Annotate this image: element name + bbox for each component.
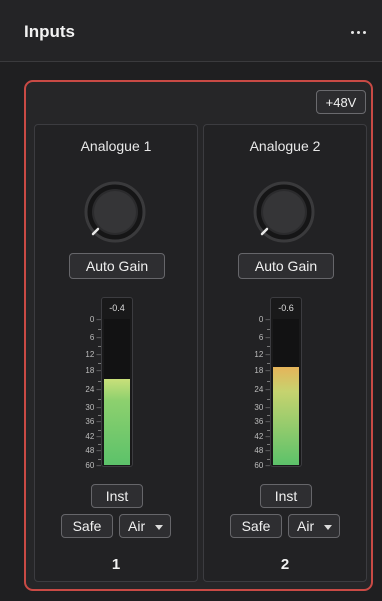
channel-name: Analogue 2 xyxy=(249,138,321,154)
air-dropdown[interactable]: Air xyxy=(119,514,171,538)
gain-knob[interactable] xyxy=(83,180,147,244)
inst-button[interactable]: Inst xyxy=(260,484,312,508)
peak-readout: -0.6 xyxy=(278,303,294,313)
inputs-header: Inputs xyxy=(0,0,382,62)
meter-scale-tick: 0 xyxy=(90,316,101,324)
channel-number: 2 xyxy=(280,556,290,573)
page-title: Inputs xyxy=(24,22,75,41)
auto-gain-button[interactable]: Auto Gain xyxy=(238,253,334,279)
channel-number: 1 xyxy=(111,556,121,573)
meter-scale-tick: 48 xyxy=(254,447,270,455)
inputs-panel: +48V Analogue 1 Auto Gain 06121824303642… xyxy=(24,80,373,591)
air-label: Air xyxy=(128,518,146,534)
meter-fill xyxy=(104,378,130,465)
meter-scale-tick: 0 xyxy=(259,316,270,324)
meter-scale-tick: 24 xyxy=(254,386,270,394)
meter-scale-tick: 42 xyxy=(254,432,270,441)
peak-readout: -0.4 xyxy=(109,303,125,313)
meter-track xyxy=(104,319,130,465)
air-label: Air xyxy=(297,518,315,534)
meter-scale-tick: 30 xyxy=(85,403,101,412)
chevron-down-icon xyxy=(324,525,332,530)
meter-scale-tick: 6 xyxy=(90,333,101,342)
gain-knob-icon xyxy=(253,181,315,243)
meter-scale-tick: 6 xyxy=(259,333,270,342)
air-dropdown[interactable]: Air xyxy=(288,514,340,538)
meter-scale-tick: 18 xyxy=(85,367,101,375)
level-meter: -0.4 xyxy=(101,297,133,467)
gain-knob-icon xyxy=(84,181,146,243)
channel-strip-2: Analogue 2 Auto Gain 061218243036424860 … xyxy=(203,124,367,582)
phantom-power-button[interactable]: +48V xyxy=(316,90,366,114)
meter-scale-tick: 42 xyxy=(85,432,101,441)
chevron-down-icon xyxy=(155,525,163,530)
gain-knob[interactable] xyxy=(252,180,316,244)
safe-button[interactable]: Safe xyxy=(61,514,113,538)
meter-scale-tick: 60 xyxy=(254,462,270,470)
meter-scale-tick: 12 xyxy=(85,351,101,359)
meter-scale-tick: 48 xyxy=(85,447,101,455)
meter-scale-tick: 24 xyxy=(85,386,101,394)
meter-scale-tick: 36 xyxy=(254,418,270,426)
meter-scale-tick: 36 xyxy=(85,418,101,426)
meter-scale-tick: 30 xyxy=(254,403,270,412)
meter-fill xyxy=(273,367,299,465)
inst-button[interactable]: Inst xyxy=(91,484,143,508)
level-meter: -0.6 xyxy=(270,297,302,467)
channel-strip-1: Analogue 1 Auto Gain 061218243036424860 … xyxy=(34,124,198,582)
meter-scale-tick: 12 xyxy=(254,351,270,359)
safe-button[interactable]: Safe xyxy=(230,514,282,538)
auto-gain-button[interactable]: Auto Gain xyxy=(69,253,165,279)
more-options-icon[interactable] xyxy=(346,24,370,40)
meter-scale-tick: 60 xyxy=(85,462,101,470)
meter-scale: 0 6 12 18 24 30 36 42 48 60 xyxy=(248,316,270,470)
channel-name: Analogue 1 xyxy=(80,138,152,154)
meter-scale-tick: 18 xyxy=(254,367,270,375)
meter-track xyxy=(273,319,299,465)
meter-scale: 0 6 12 18 24 30 36 42 48 60 xyxy=(79,316,101,470)
